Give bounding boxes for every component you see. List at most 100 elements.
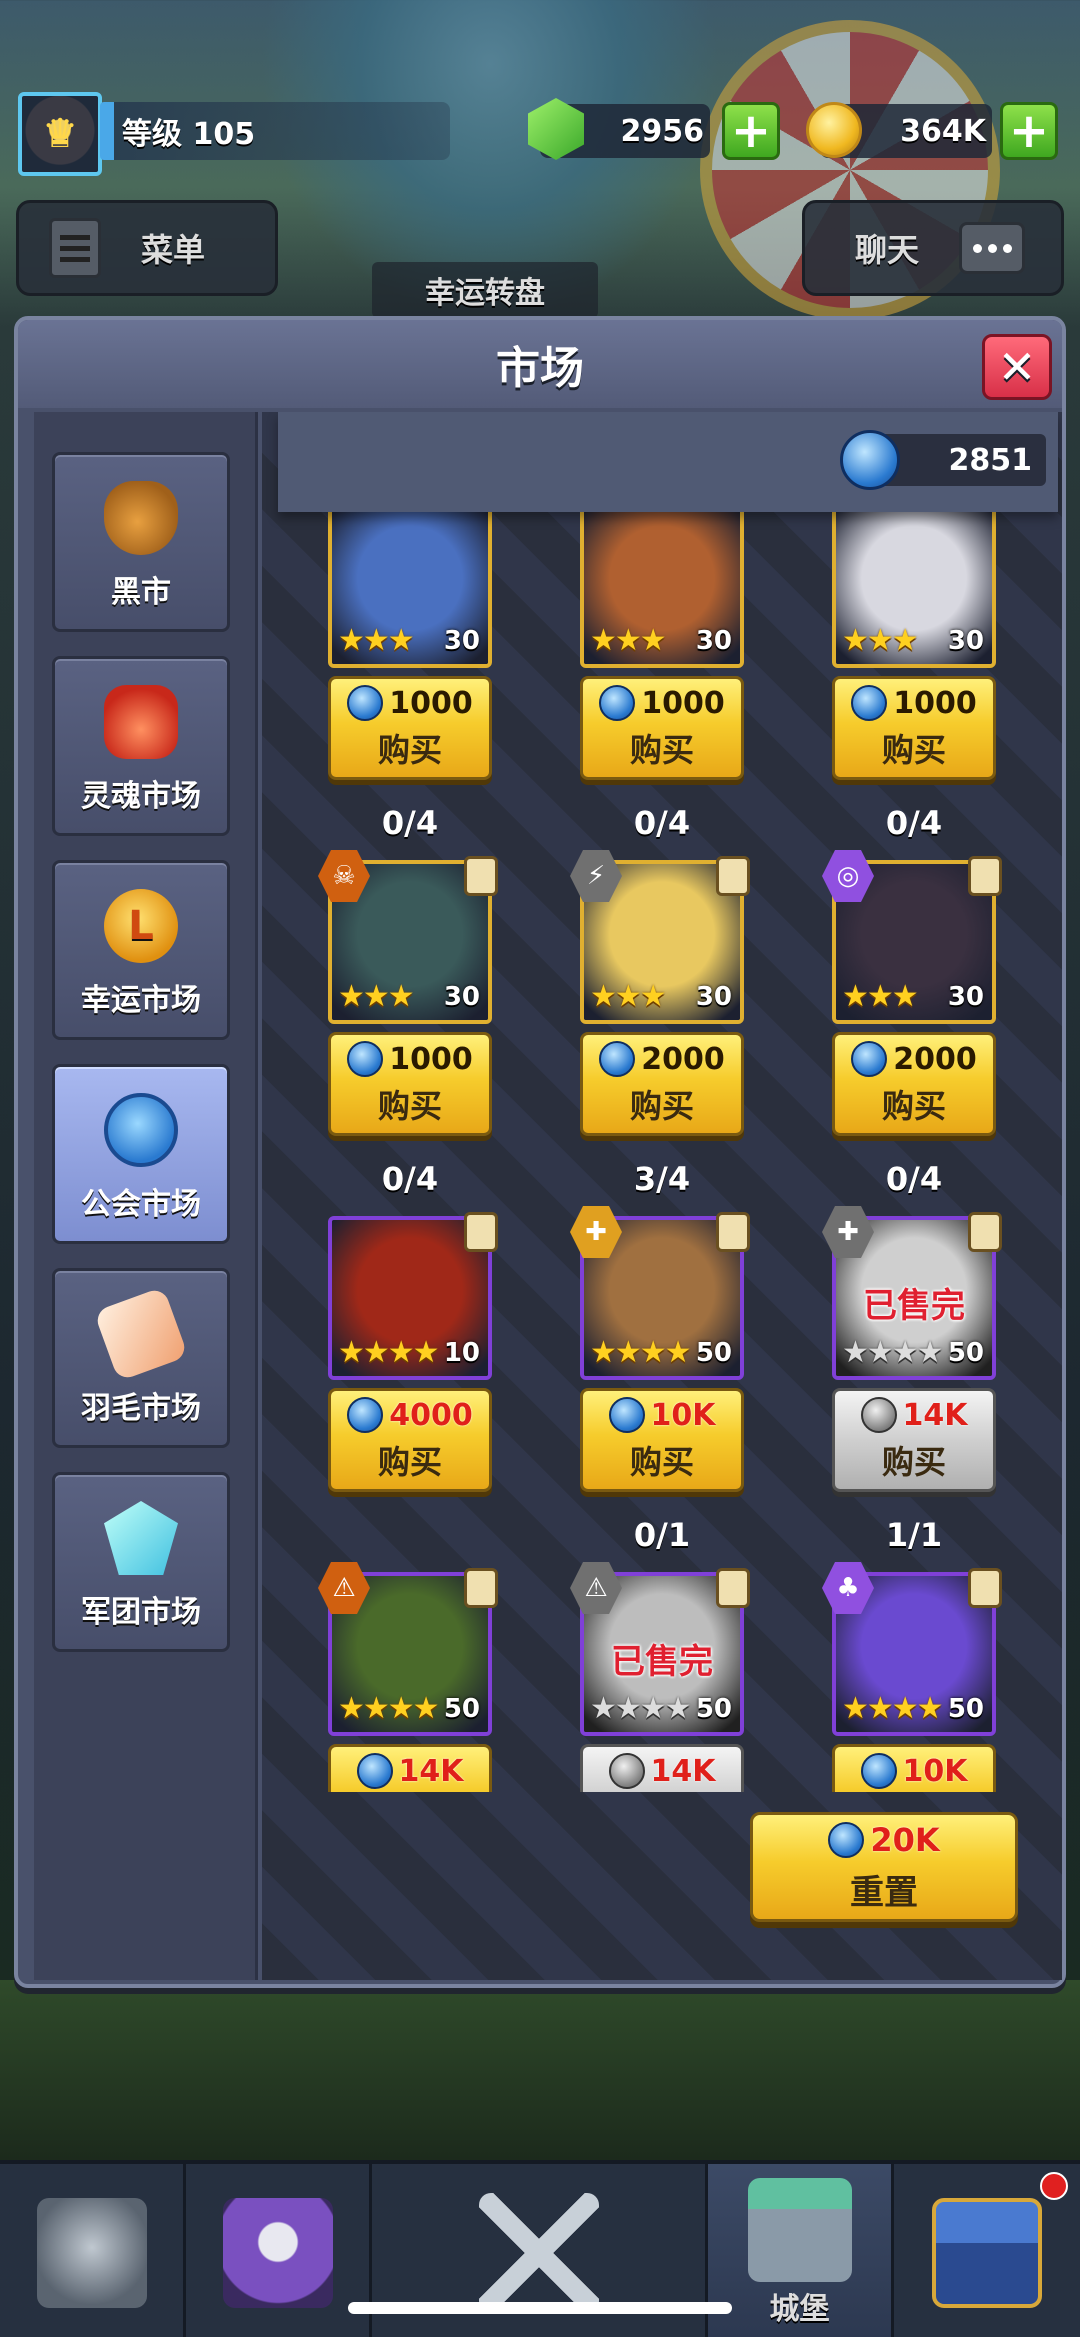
reset-button[interactable]: 20K 重置 (750, 1812, 1018, 1922)
add-gold-button[interactable]: + (1000, 102, 1058, 160)
purchase-count: 3/4 (633, 1160, 691, 1198)
hero-level: 50 (947, 1338, 984, 1368)
balance-value: 2851 (948, 442, 1033, 478)
level-label: 等级 105 (122, 117, 256, 152)
hero-portrait[interactable]: ★★★ 30 (832, 512, 996, 668)
nav-castle-label: 城堡 (769, 2291, 830, 2327)
purchase-count: 1/1 (885, 1516, 943, 1554)
nav-castle[interactable]: 城堡 (708, 2164, 894, 2337)
item-price: 14K (398, 1753, 464, 1789)
chat-button[interactable]: 聊天 (802, 200, 1064, 296)
buy-label: 购买 (629, 731, 694, 769)
puzzle-piece-icon (716, 1568, 750, 1608)
puzzle-piece-icon (716, 856, 750, 896)
market-panel: 市场 ✕ 黑市 灵魂市场 L 幸运市场 公会市场 羽毛市场 军团市场 ★★★ 30… (14, 316, 1066, 1988)
market-sidebar: 黑市 灵魂市场 L 幸运市场 公会市场 羽毛市场 军团市场 (34, 412, 258, 1980)
buy-button[interactable]: 2000 购买 (580, 1032, 744, 1136)
tab-legion-market[interactable]: 军团市场 (52, 1472, 230, 1652)
hero-level: 50 (443, 1694, 480, 1724)
item-price: 10K (650, 1397, 716, 1433)
player-level: 等级 105 (100, 102, 450, 160)
item-price: 2000 (641, 1041, 725, 1077)
nav-heroes[interactable] (0, 2164, 186, 2337)
buy-button[interactable]: 14K购买 (832, 1388, 996, 1492)
guild-token-icon (828, 1821, 865, 1858)
feather-icon (93, 1286, 189, 1382)
guild-token-icon (608, 1397, 645, 1433)
puzzle-piece-icon (716, 1212, 750, 1252)
tab-black-market[interactable]: 黑市 (52, 452, 230, 632)
buy-button[interactable]: 1000 购买 (832, 676, 996, 780)
tab-feather-market[interactable]: 羽毛市场 (52, 1268, 230, 1448)
tab-soul-market[interactable]: 灵魂市场 (52, 656, 230, 836)
item-price: 1000 (389, 685, 473, 721)
purchase-count: 0/4 (885, 804, 943, 842)
guild-token-icon (851, 685, 888, 721)
guild-token-icon (356, 1753, 393, 1789)
background-grass (0, 1980, 1080, 2160)
buy-button[interactable]: 10K购买 (832, 1744, 996, 1792)
sold-out-label: 已售完 (611, 1642, 713, 1682)
nav-guild[interactable] (186, 2164, 372, 2337)
close-button[interactable]: ✕ (982, 334, 1052, 400)
buy-button[interactable]: 14K购买 (328, 1744, 492, 1792)
gold-coin-icon (806, 102, 862, 158)
add-gems-button[interactable]: + (722, 102, 780, 160)
purchase-count: 0/4 (633, 804, 691, 842)
hero-level: 30 (947, 626, 984, 656)
star-rating: ★★★★ (842, 1691, 944, 1726)
chat-bubble-icon (959, 222, 1026, 274)
buy-label: 购买 (377, 1443, 442, 1481)
guild-token-icon (104, 1093, 178, 1167)
treasure-chest-icon (932, 2197, 1042, 2308)
sold-out-label: 已售完 (863, 1286, 965, 1326)
hero-portrait[interactable]: ★★★ 30 (328, 512, 492, 668)
buy-button[interactable]: 10K购买 (580, 1388, 744, 1492)
buy-button[interactable]: 4000 购买 (328, 1388, 492, 1492)
tab-guild-market[interactable]: 公会市场 (52, 1064, 230, 1244)
puzzle-piece-icon (968, 856, 1002, 896)
star-rating: ★★★ (842, 623, 919, 658)
buy-label: 购买 (377, 731, 442, 769)
knight-helmet-icon (36, 2197, 147, 2308)
buy-button[interactable]: 1000 购买 (328, 676, 492, 780)
hero-portrait[interactable]: ★★★ 30 (580, 512, 744, 668)
puzzle-piece-icon (464, 856, 498, 896)
hero-level: 50 (947, 1694, 984, 1724)
lucky-coin-icon: L (104, 889, 178, 963)
buy-label: 购买 (377, 1087, 442, 1125)
puzzle-piece-icon (464, 1212, 498, 1252)
item-grid[interactable]: ★★★ 30 1000 购买 0/4 ★★★ 30 1000 购买 0/4 ★★★ 30 1000 购买 0… (262, 512, 1062, 1792)
item-price: 14K (902, 1397, 968, 1433)
tab-lucky-market[interactable]: L 幸运市场 (52, 860, 230, 1040)
gems-value: 2956 (620, 113, 705, 149)
market-header: 市场 ✕ (18, 320, 1062, 408)
purchase-count: 0/4 (381, 1160, 439, 1198)
menu-button[interactable]: 菜单 (16, 200, 278, 296)
helmet-icon: ♛ (42, 111, 78, 157)
item-price: 1000 (893, 685, 977, 721)
lucky-wheel-label[interactable]: 幸运转盘 (372, 262, 598, 318)
star-rating: ★★★ (590, 623, 667, 658)
player-avatar[interactable]: ♛ (18, 92, 102, 176)
notification-dot (1040, 2172, 1068, 2200)
guild-token-icon (347, 1397, 384, 1433)
market-content: ★★★ 30 1000 购买 0/4 ★★★ 30 1000 购买 0/4 ★★★ 30 1000 购买 0… (262, 412, 1062, 1980)
gold-value: 364K (900, 113, 986, 149)
home-indicator[interactable] (348, 2302, 732, 2314)
purchase-count: 0/4 (885, 1160, 943, 1198)
buy-button[interactable]: 1000 购买 (328, 1032, 492, 1136)
star-rating: ★★★ (338, 979, 415, 1014)
guild-token-icon (347, 1041, 384, 1077)
item-price: 14K (650, 1753, 716, 1789)
nav-chest[interactable] (894, 2164, 1080, 2337)
buy-label: 购买 (881, 731, 946, 769)
star-rating: ★★★ (338, 623, 415, 658)
buy-button[interactable]: 2000 购买 (832, 1032, 996, 1136)
hero-level: 30 (695, 982, 732, 1012)
buy-button[interactable]: 14K购买 (580, 1744, 744, 1792)
buy-button[interactable]: 1000 购买 (580, 676, 744, 780)
hero-level: 50 (695, 1694, 732, 1724)
hero-level: 30 (695, 626, 732, 656)
guild-token-icon (840, 430, 900, 490)
